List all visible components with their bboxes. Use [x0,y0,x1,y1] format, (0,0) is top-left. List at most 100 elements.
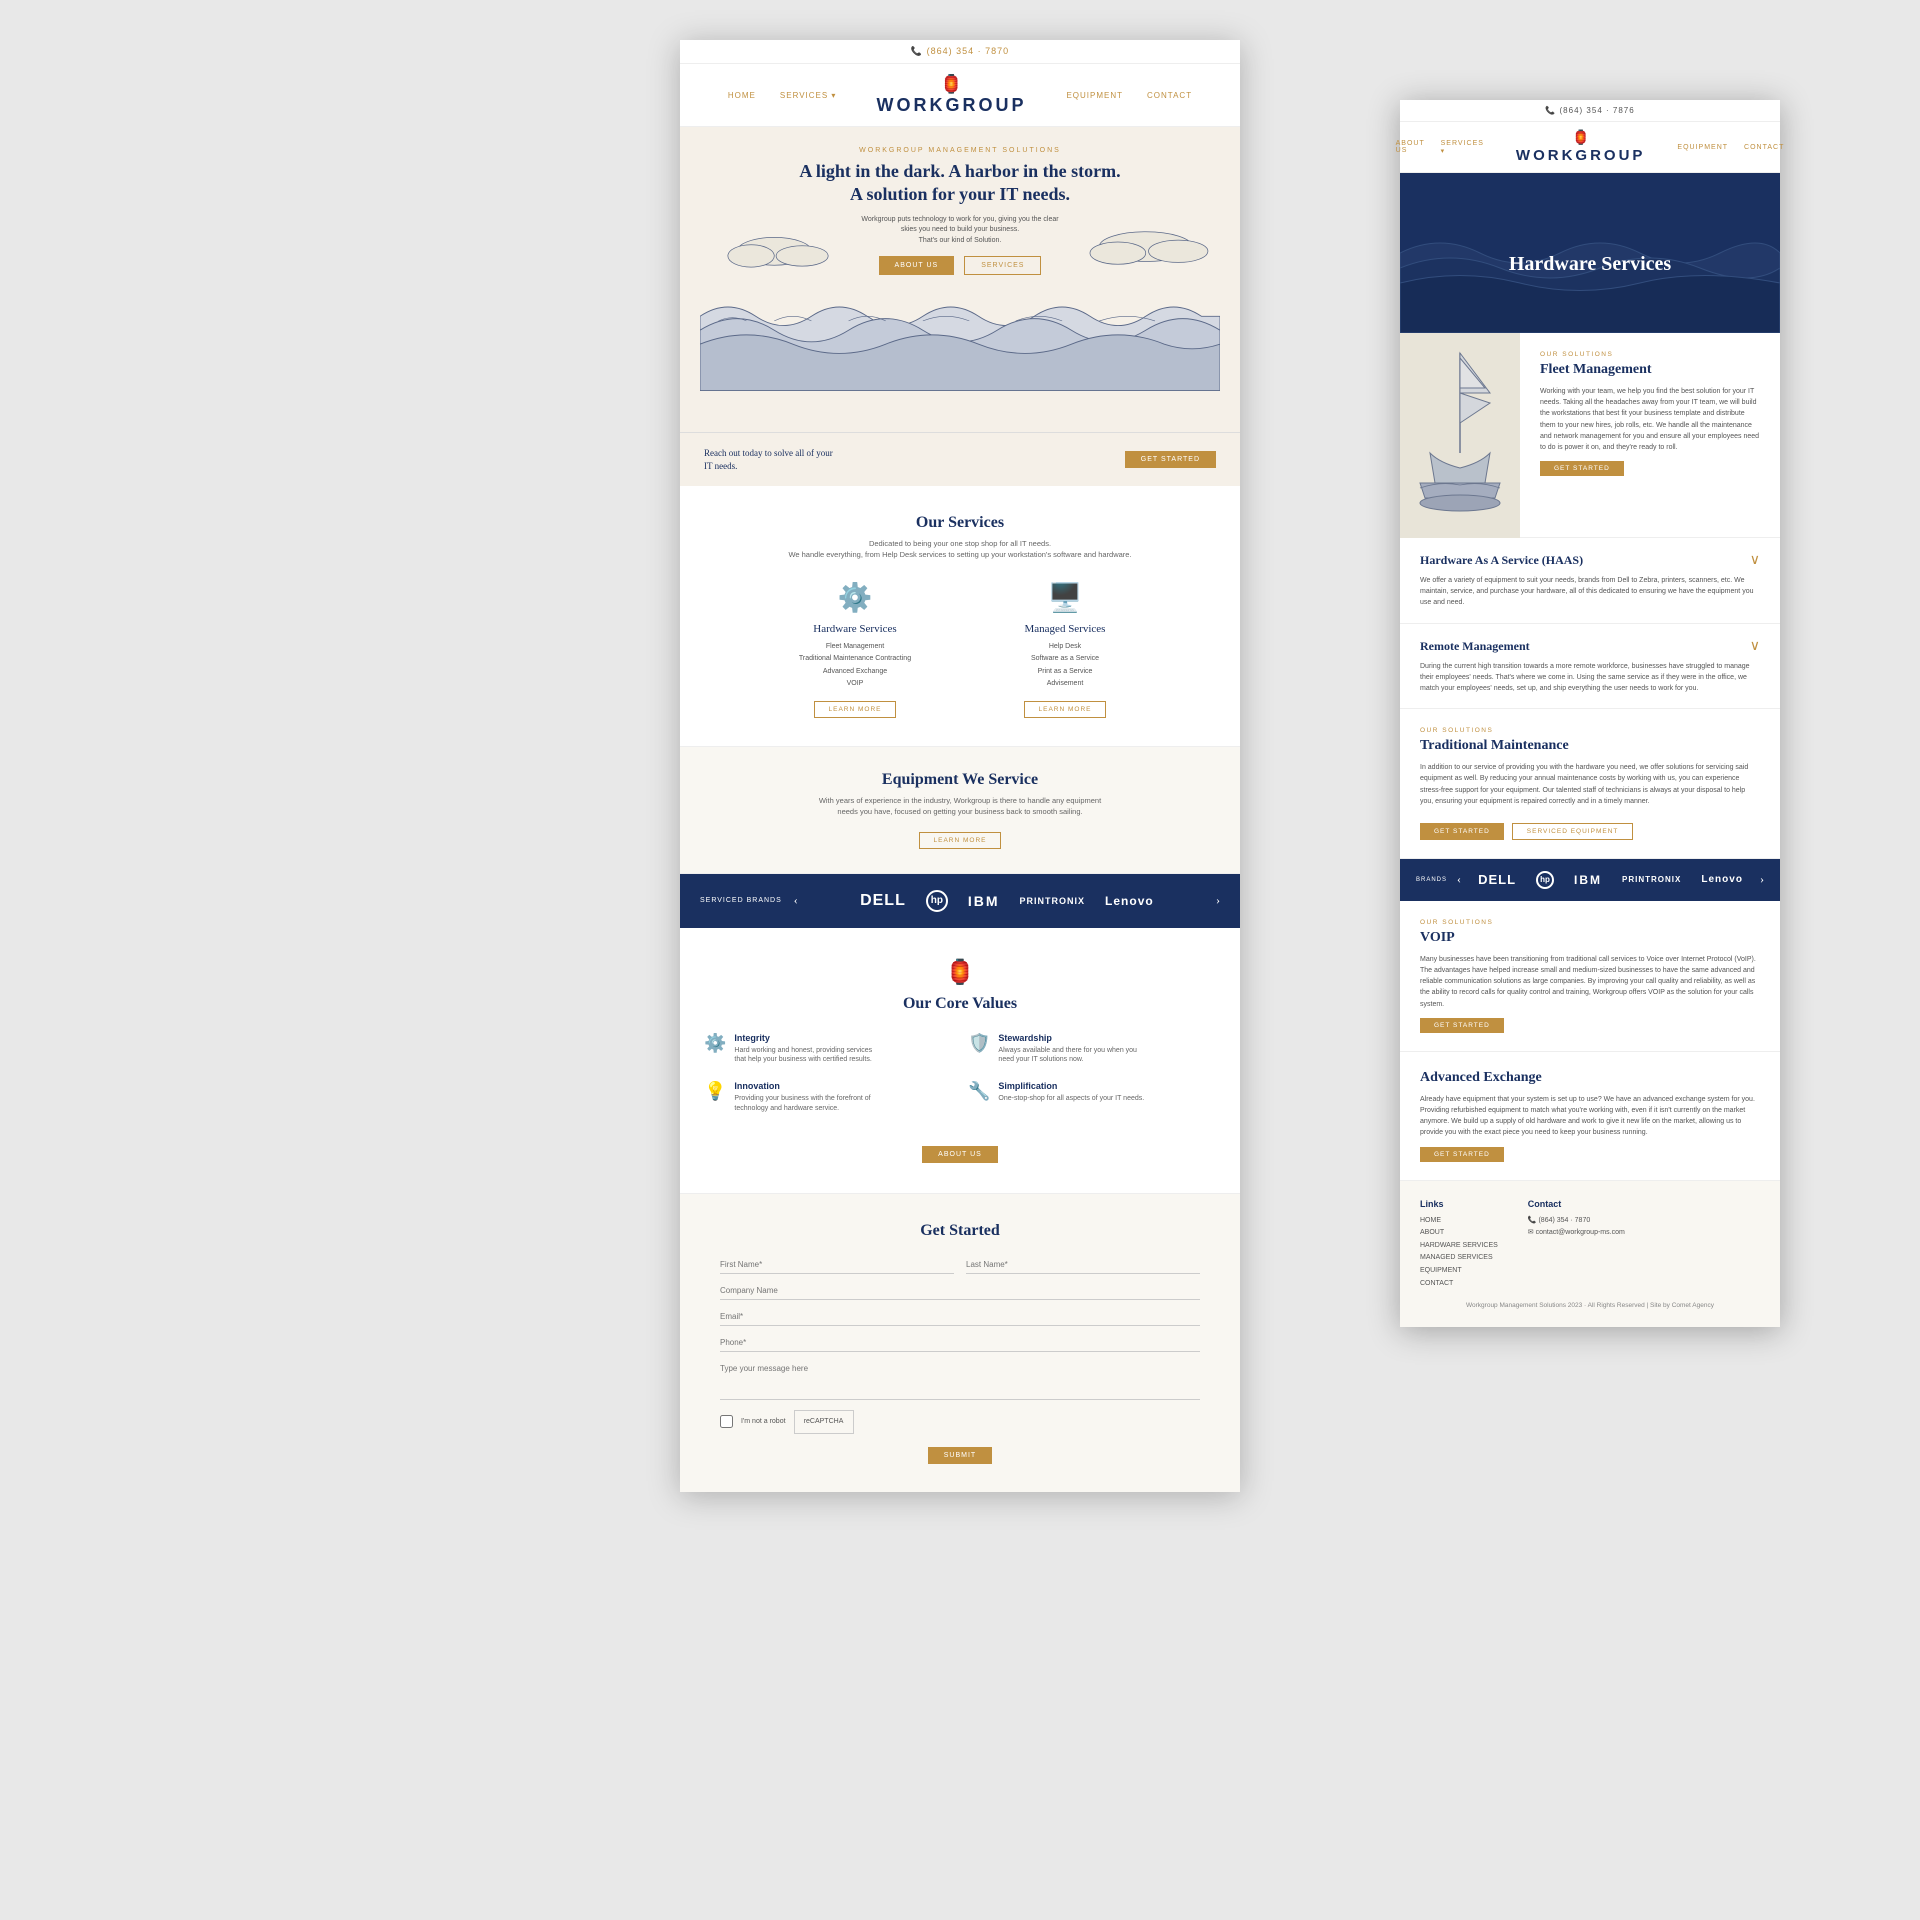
captcha-label: I'm not a robot [741,1418,786,1425]
hero-text: WORKGROUP MANAGEMENT SOLUTIONS A light i… [680,147,1240,275]
ibm-logo: IBM [968,893,1000,909]
integrity-icon: ⚙️ [704,1033,726,1054]
overlay-prev-arrow[interactable]: ‹ [1457,872,1461,887]
overlay-nav-equipment[interactable]: EQUIPMENT [1677,144,1728,151]
footer-links-title: Links [1420,1199,1498,1209]
logo[interactable]: 🏮 WORKGROUP [876,74,1026,116]
traditional-body: In addition to our service of providing … [1420,762,1760,807]
name-row [720,1256,1200,1274]
company-field [720,1282,1200,1300]
footer-link-contact[interactable]: CONTACT [1420,1278,1498,1291]
hardware-card: ⚙️ Hardware Services Fleet Management Tr… [765,581,945,718]
overlay-next-arrow[interactable]: › [1760,872,1764,887]
prev-brand-arrow[interactable]: ‹ [794,893,798,908]
haas-title: Hardware As A Service (HAAS) [1420,553,1583,568]
overlay-nav-contact[interactable]: CONTACT [1744,144,1784,151]
voip-label: OUR SOLUTIONS [1420,919,1760,926]
footer-phone: 📞 (864) 354 · 7870 [1528,1215,1625,1228]
hardware-learn-more[interactable]: LEARN MORE [814,701,897,718]
nav-contact[interactable]: CONTACT [1147,91,1192,100]
fleet-section: OUR SOLUTIONS Fleet Management Working w… [1520,333,1780,538]
overlay-nav-services[interactable]: SERVICES ▾ [1441,140,1484,155]
phone-icon: 📞 [911,46,923,56]
message-input[interactable] [720,1360,1200,1400]
ship-illustration [1400,333,1520,533]
first-name-input[interactable] [720,1256,954,1274]
exchange-get-started-btn[interactable]: GET STARTED [1420,1147,1504,1162]
list-item: Print as a Service [975,666,1155,679]
remote-body: During the current high transition towar… [1420,661,1760,695]
overlay-ibm-logo: IBM [1574,873,1602,887]
email-input[interactable] [720,1308,1200,1326]
get-started-button[interactable]: GET STARTED [1125,451,1216,468]
footer-link-equipment[interactable]: EQUIPMENT [1420,1265,1498,1278]
fleet-get-started-btn[interactable]: GET STARTED [1540,461,1624,476]
value-innovation: 💡 Innovation Providing your business wit… [704,1081,952,1114]
list-item: Fleet Management [765,641,945,654]
overlay-hp-logo: hp [1536,871,1554,889]
services-title: Our Services [704,514,1216,532]
footer-link-hardware[interactable]: HARDWARE SERVICES [1420,1240,1498,1253]
about-button[interactable]: ABOUT US [879,256,955,275]
about-btn-wrap: ABOUT US [704,1130,1216,1163]
cta-band: Reach out today to solve all of yourIT n… [680,432,1240,486]
recaptcha-icon: reCAPTCHA [804,1418,844,1425]
phone-number: (864) 354 · 7870 [927,46,1010,56]
managed-learn-more[interactable]: LEARN MORE [1024,701,1107,718]
footer-contact-info: 📞 (864) 354 · 7870 ✉ contact@workgroup-m… [1528,1215,1625,1240]
phone-input[interactable] [720,1334,1200,1352]
footer-link-home[interactable]: HOME [1420,1215,1498,1228]
phone-row [720,1334,1200,1352]
voip-section: OUR SOLUTIONS VOIP Many businesses have … [1400,901,1780,1052]
serviced-equipment-btn[interactable]: SERVICED EQUIPMENT [1512,823,1634,840]
hero-title: A light in the dark. A harbor in the sto… [680,160,1240,207]
lenovo-logo: Lenovo [1105,894,1154,908]
overlay-nav-about[interactable]: ABOUT US [1396,140,1425,154]
overlay-hero: Hardware Services [1400,173,1780,333]
page-wrapper: 📞 (864) 354 · 7870 HOME SERVICES ▾ 🏮 WOR… [40,40,1880,1492]
remote-chevron[interactable]: ∨ [1750,638,1760,655]
managed-card: 🖥️ Managed Services Help Desk Software a… [975,581,1155,718]
nav-services[interactable]: SERVICES ▾ [780,91,837,100]
traditional-get-started-btn[interactable]: GET STARTED [1420,823,1504,840]
equipment-title: Equipment We Service [704,771,1216,789]
nav-about[interactable]: HOME [728,91,756,100]
overlay-logo[interactable]: 🏮 WORKGROUP [1516,130,1646,164]
voip-title: VOIP [1420,930,1760,946]
equipment-learn-more[interactable]: LEARN MORE [919,832,1002,849]
haas-chevron[interactable]: ∨ [1750,552,1760,569]
next-brand-arrow[interactable]: › [1216,893,1220,908]
services-button[interactable]: SERVICES [964,256,1041,275]
services-desc: Dedicated to being your one stop shop fo… [704,538,1216,561]
footer-contact-col: Contact 📞 (864) 354 · 7870 ✉ contact@wor… [1528,1199,1625,1291]
footer-link-managed[interactable]: MANAGED SERVICES [1420,1252,1498,1265]
last-name-input[interactable] [966,1256,1200,1274]
captcha-checkbox[interactable] [720,1415,733,1428]
hardware-list: Fleet Management Traditional Maintenance… [765,641,945,691]
footer-links-list: HOME ABOUT HARDWARE SERVICES MANAGED SER… [1420,1215,1498,1291]
integrity-title: Integrity [734,1033,872,1043]
value-integrity: ⚙️ Integrity Hard working and honest, pr… [704,1033,952,1066]
footer-link-about[interactable]: ABOUT [1420,1227,1498,1240]
voip-body: Many businesses have been transitioning … [1420,954,1760,1010]
voip-get-started-btn[interactable]: GET STARTED [1420,1018,1504,1033]
footer-email[interactable]: ✉ contact@workgroup-ms.com [1528,1227,1625,1240]
hero-subtitle: WORKGROUP MANAGEMENT SOLUTIONS [680,147,1240,154]
list-item: Software as a Service [975,653,1155,666]
brands-logos: DELL hp IBM PRINTRONIX Lenovo [810,890,1204,912]
hero-section: WORKGROUP MANAGEMENT SOLUTIONS A light i… [680,127,1240,432]
about-us-button[interactable]: ABOUT US [922,1146,998,1163]
services-grid: ⚙️ Hardware Services Fleet Management Tr… [704,581,1216,718]
nav-equipment[interactable]: EQUIPMENT [1066,91,1123,100]
lantern-icon: 🏮 [940,74,962,95]
main-page: 📞 (864) 354 · 7870 HOME SERVICES ▾ 🏮 WOR… [680,40,1240,1492]
list-item: Advanced Exchange [765,666,945,679]
hero-desc: Workgroup puts technology to work for yo… [680,215,1240,247]
core-values-title: Our Core Values [704,995,1216,1013]
contact-form: I'm not a robot reCAPTCHA SUBMIT [720,1256,1200,1464]
company-input[interactable] [720,1282,1200,1300]
values-grid: ⚙️ Integrity Hard working and honest, pr… [704,1033,1216,1114]
core-values-section: 🏮 Our Core Values ⚙️ Integrity Hard work… [680,928,1240,1193]
ship-image-area [1400,333,1520,538]
submit-button[interactable]: SUBMIT [928,1447,992,1464]
